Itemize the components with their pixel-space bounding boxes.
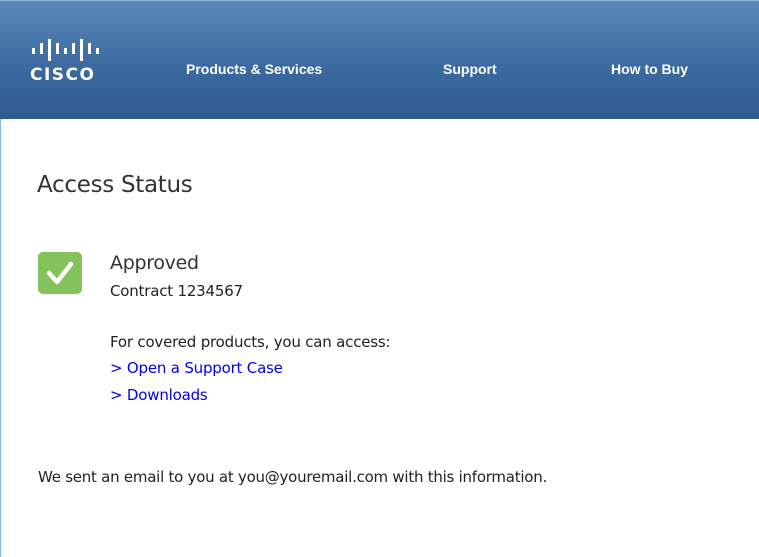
status-label: Approved (110, 252, 199, 274)
site-header: CISCO Products & Services Support How to… (0, 0, 759, 119)
contract-number: Contract 1234567 (110, 282, 243, 300)
cisco-logo[interactable]: CISCO (30, 39, 130, 89)
cisco-bars-icon (32, 39, 99, 61)
nav-products-services[interactable]: Products & Services (186, 61, 322, 77)
page-title: Access Status (37, 172, 193, 198)
cisco-logo-text: CISCO (30, 65, 96, 85)
email-confirmation-text: We sent an email to you at you@youremail… (38, 468, 547, 486)
open-support-case-link[interactable]: > Open a Support Case (110, 359, 283, 377)
approved-checkmark-icon (38, 252, 82, 294)
nav-support[interactable]: Support (443, 61, 497, 77)
downloads-link[interactable]: > Downloads (110, 386, 208, 404)
access-intro-text: For covered products, you can access: (110, 333, 391, 351)
nav-how-to-buy[interactable]: How to Buy (611, 61, 688, 77)
